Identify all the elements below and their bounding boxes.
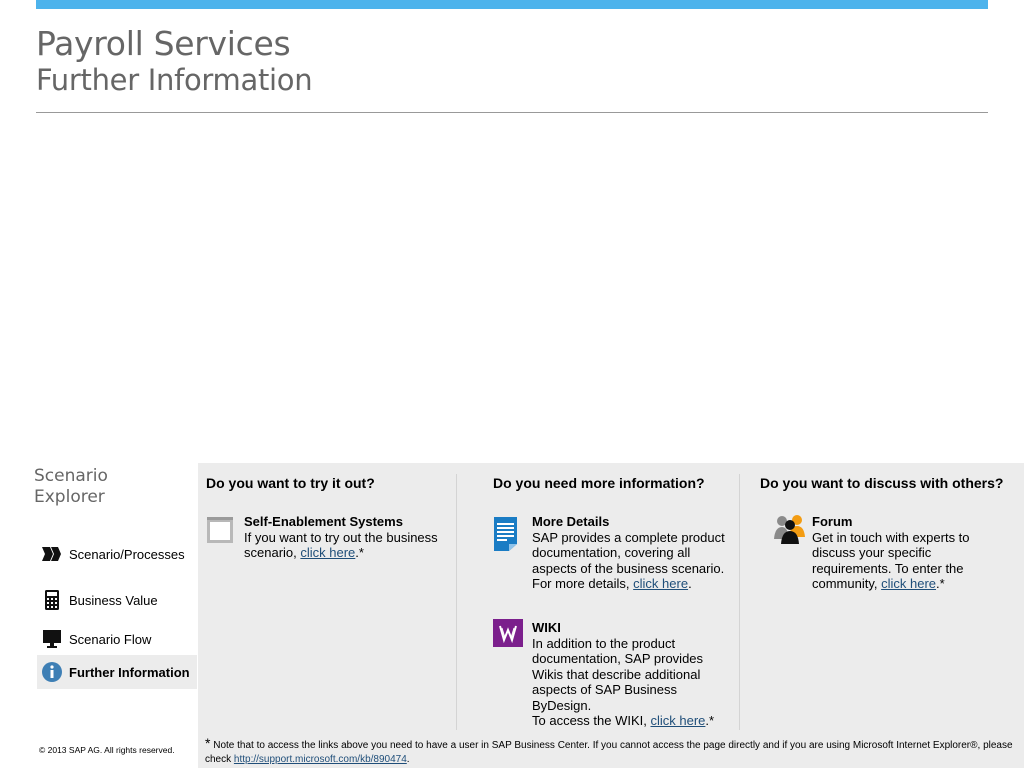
item-text: Get in touch with experts to discuss you… [812,530,1007,592]
more-details-link[interactable]: click here [633,576,688,591]
more-information-heading: Do you need more information? [493,475,705,491]
monitor-icon [41,628,63,650]
link-suffix: .* [355,545,364,560]
self-enablement-item: Self-Enablement Systems If you want to t… [244,514,449,561]
nav-label: Scenario/Processes [69,546,185,562]
column-divider [739,474,740,730]
item-text: To access the WIKI, click here.* [532,713,732,729]
nav-scenario-processes[interactable]: Scenario/Processes [37,537,197,571]
page-title: Payroll Services [36,24,291,63]
wiki-link[interactable]: click here [651,713,706,728]
item-title: Self-Enablement Systems [244,514,403,529]
nav-scenario-flow[interactable]: Scenario Flow [37,622,197,656]
microsoft-kb-link[interactable]: http://support.microsoft.com/kb/890474 [234,754,407,765]
window-icon [206,516,234,549]
document-icon [493,516,518,557]
scenario-explorer-title: Scenario Explorer [34,466,108,507]
double-chevron-icon [41,543,63,565]
item-text: SAP provides a complete product document… [532,530,732,592]
try-it-out-heading: Do you want to try it out? [206,475,375,491]
self-enablement-link[interactable]: click here [300,545,355,560]
item-description: In addition to the product documentation… [532,635,704,713]
item-title: More Details [532,514,610,529]
item-title: Forum [812,514,853,529]
item-text: If you want to try out the business scen… [244,530,449,561]
wiki-icon [493,619,523,652]
forum-link[interactable]: click here [881,576,936,591]
nav-label: Scenario Flow [69,631,152,647]
forum-item: Forum Get in touch with experts to discu… [812,514,1007,592]
nav-label: Business Value [69,592,158,608]
more-details-item: More Details SAP provides a complete pro… [532,514,732,592]
item-description-2: To access the WIKI, [532,713,651,728]
top-accent-bar [36,0,988,9]
calculator-icon [41,589,63,611]
link-suffix: .* [936,576,945,591]
info-icon [41,661,63,683]
title-divider [36,112,988,113]
page-subtitle: Further Information [36,63,313,97]
item-description: SAP provides a complete product document… [532,529,725,592]
access-footnote: * Note that to access the links above yo… [205,736,1015,767]
wiki-item: WIKI In addition to the product document… [532,620,732,729]
item-title: WIKI [532,620,561,635]
discuss-heading: Do you want to discuss with others? [760,475,1004,491]
copyright-notice: © 2013 SAP AG. All rights reserved. [39,745,175,755]
link-suffix: . [688,576,692,591]
link-suffix: .* [705,713,715,728]
nav-business-value[interactable]: Business Value [37,583,197,617]
column-divider [456,474,457,730]
people-icon [773,513,805,550]
nav-further-information[interactable]: Further Information [37,655,197,689]
footnote-suffix: . [406,754,410,765]
nav-label: Further Information [69,664,190,680]
